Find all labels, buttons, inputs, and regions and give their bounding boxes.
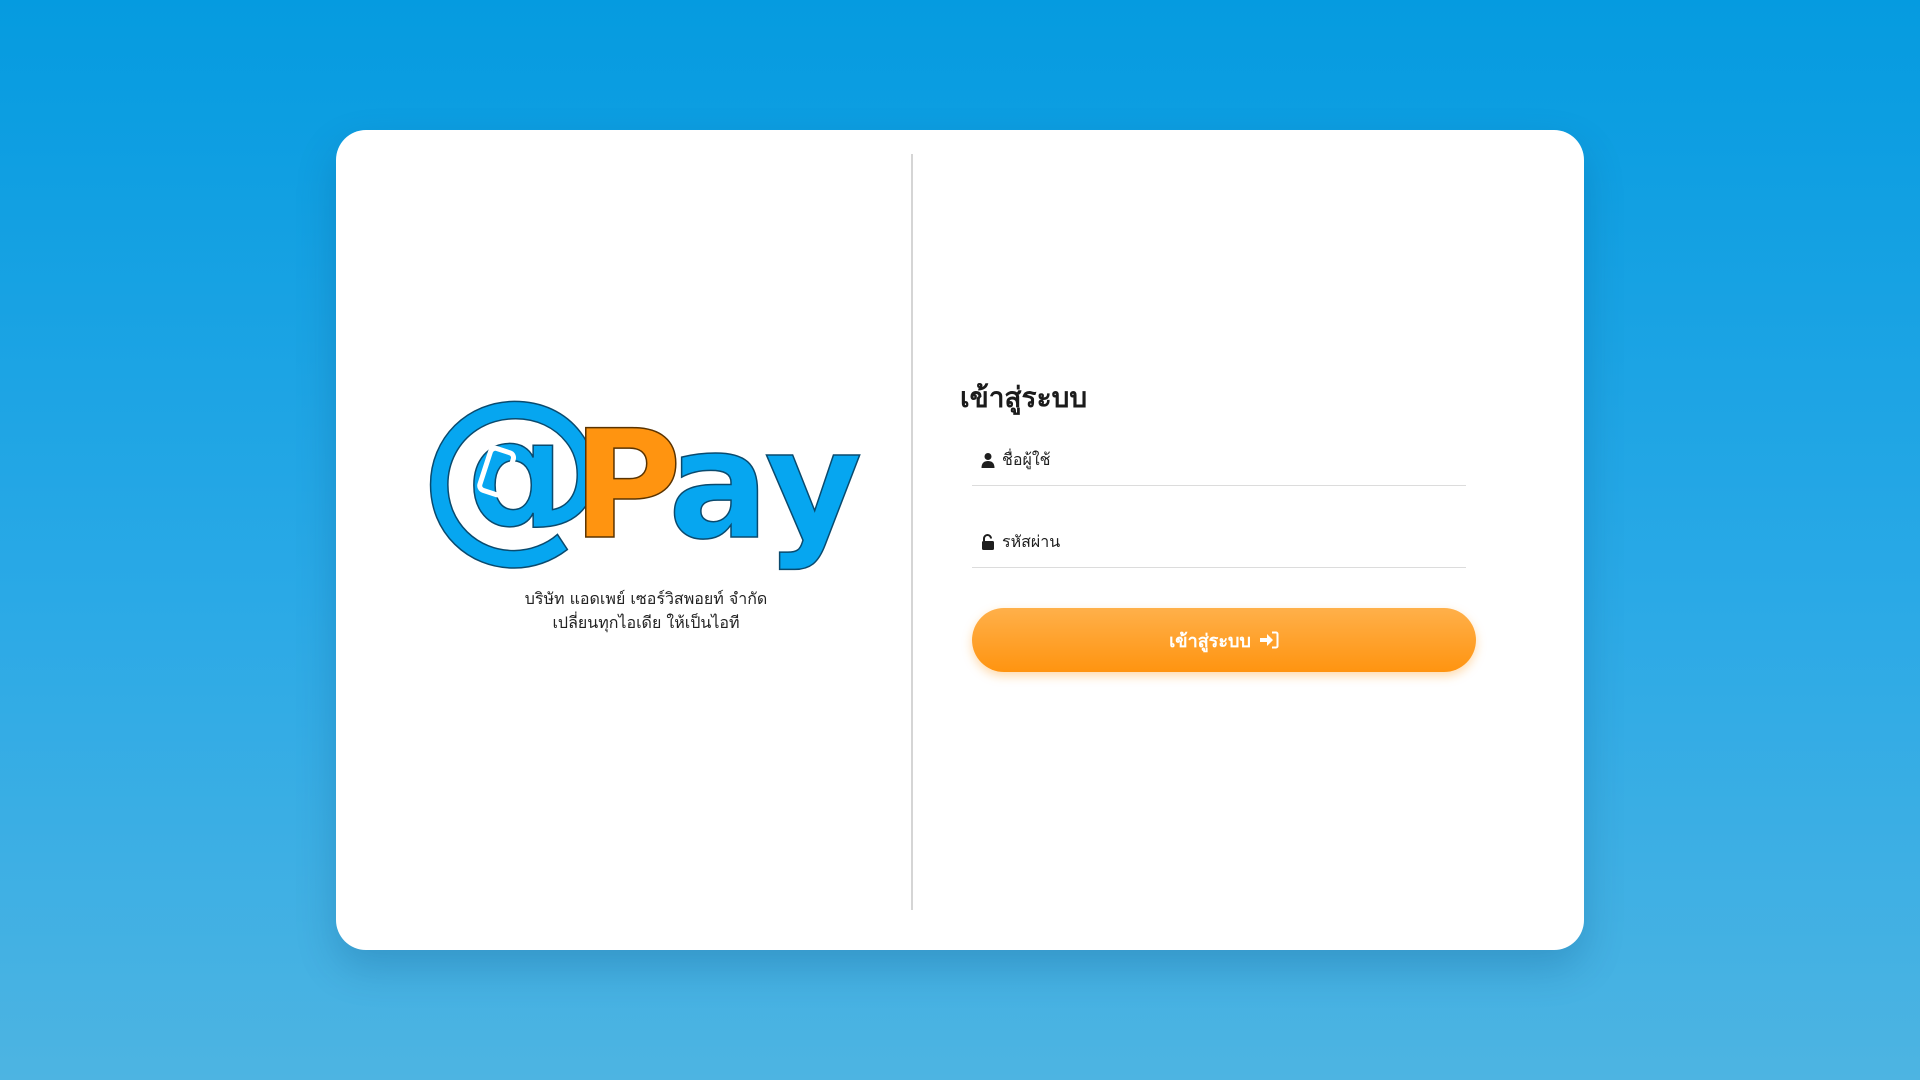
- username-input[interactable]: [1002, 444, 1442, 475]
- apay-logo: @ P ay: [417, 385, 863, 575]
- company-slogan: เปลี่ยนทุกไอเดีย ให้เป็นไอที: [552, 613, 740, 632]
- login-card: @ P ay บริษัท แอดเพย์ เซอร์วิสพอยท์ จำกั…: [336, 130, 1584, 950]
- username-field: [972, 434, 1466, 486]
- logo-letter-p: P: [572, 399, 682, 573]
- brand-panel: @ P ay บริษัท แอดเพย์ เซอร์วิสพอยท์ จำกั…: [416, 385, 876, 635]
- login-button[interactable]: เข้าสู่ระบบ: [972, 608, 1476, 672]
- password-field: [972, 516, 1466, 568]
- login-title: เข้าสู่ระบบ: [960, 381, 1088, 414]
- login-form: เข้าสู่ระบบ เข้าสู่ระบบ: [960, 376, 1476, 672]
- unlock-icon: [980, 533, 996, 550]
- company-name: บริษัท แอดเพย์ เซอร์วิสพอยท์ จำกัด: [524, 589, 768, 608]
- sign-in-icon: [1259, 631, 1279, 649]
- logo-letters-ay: ay: [668, 399, 862, 573]
- login-button-label: เข้าสู่ระบบ: [1169, 630, 1251, 652]
- vertical-divider: [911, 154, 913, 910]
- user-icon: [980, 452, 996, 468]
- brand-tagline: บริษัท แอดเพย์ เซอร์วิสพอยท์ จำกัด เปลี่…: [416, 587, 876, 635]
- password-input[interactable]: [1002, 526, 1442, 557]
